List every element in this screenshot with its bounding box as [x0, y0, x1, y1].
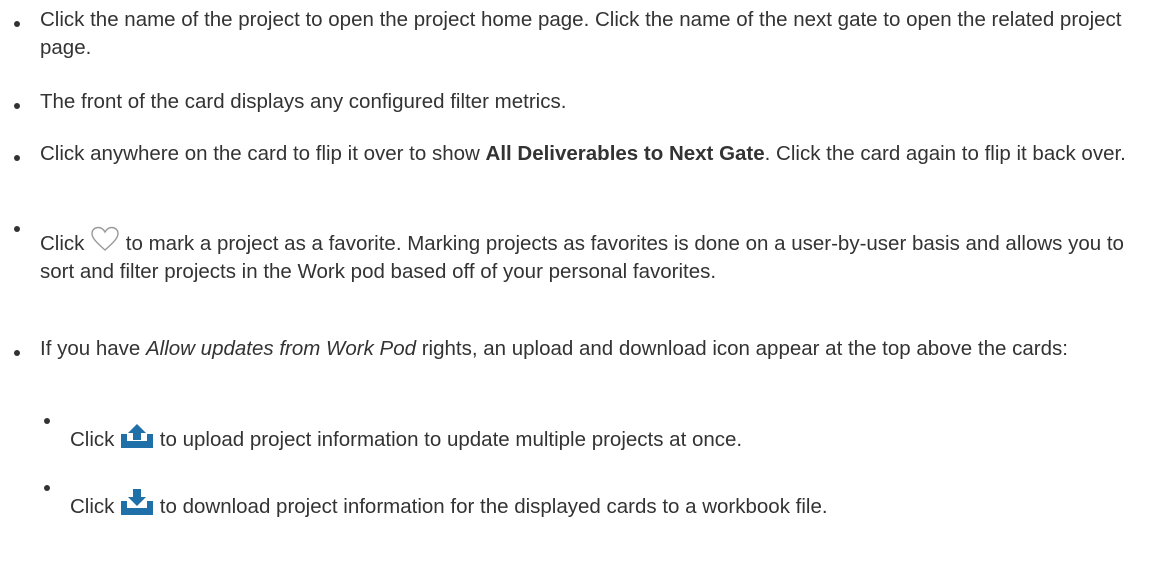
bullet-dot [14, 226, 20, 232]
text-segment: Click [40, 232, 91, 255]
text-segment: Click the name of the project to open th… [40, 8, 1122, 59]
bullet-text: Click to upload project information to u… [70, 422, 1150, 454]
text-segment: If you have [40, 337, 146, 360]
bullet-text: Click anywhere on the card to flip it ov… [40, 140, 1155, 168]
bold-term: All Deliverables to Next Gate [485, 142, 765, 165]
text-segment: Click anywhere on the card to flip it ov… [40, 142, 486, 165]
bullet-dot [14, 350, 20, 356]
text-segment: Click [70, 495, 121, 518]
download-icon [120, 489, 154, 515]
bullet-text: If you have Allow updates from Work Pod … [40, 335, 1155, 363]
text-segment: rights, an upload and download icon appe… [416, 337, 1068, 360]
text-segment: The front of the card displays any confi… [40, 90, 567, 113]
text-segment: to mark a project as a favorite. Marking… [40, 232, 1124, 283]
bullet-dot [44, 485, 50, 491]
heart-outline-icon [90, 226, 120, 252]
bullet-text: The front of the card displays any confi… [40, 88, 1155, 116]
text-segment: to upload project information to update … [154, 428, 743, 451]
bullet-dot [14, 103, 20, 109]
text-segment: Click [70, 428, 121, 451]
italic-term: Allow updates from Work Pod [145, 337, 417, 360]
bullet-dot [14, 21, 20, 27]
bullet-text: Click to mark a project as a favorite. M… [40, 226, 1155, 286]
bullet-text: Click the name of the project to open th… [40, 6, 1155, 62]
help-document: Click the name of the project to open th… [0, 0, 1162, 586]
bullet-dot [14, 155, 20, 161]
upload-icon [120, 422, 154, 448]
text-segment: to download project information for the … [154, 495, 828, 518]
text-segment: . Click the card again to flip it back o… [764, 142, 1126, 165]
bullet-dot [44, 418, 50, 424]
bullet-text: Click to download project information fo… [70, 489, 1150, 521]
